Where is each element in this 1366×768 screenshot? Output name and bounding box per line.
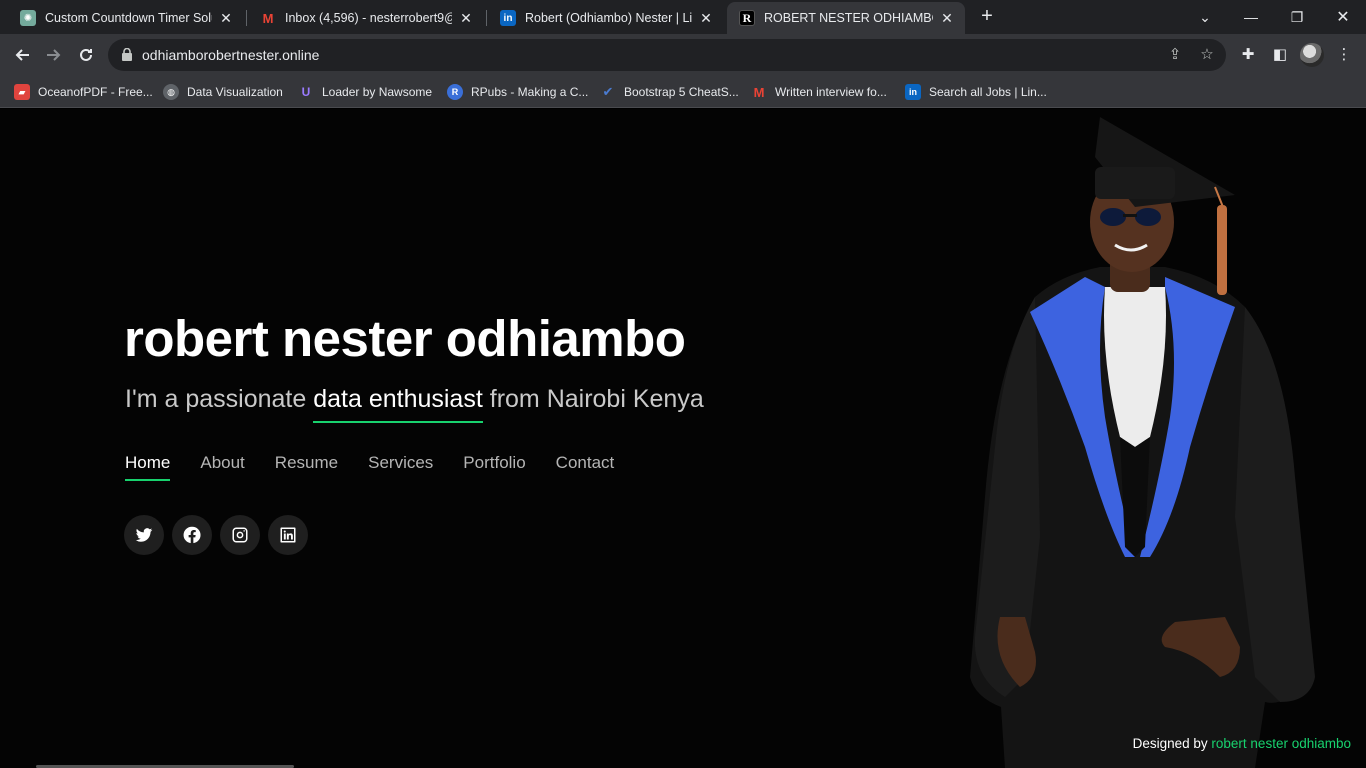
linkedin-icon: in [905,84,921,100]
tab-title: Robert (Odhiambo) Nester | Linke [525,11,692,25]
bookmark-label: Search all Jobs | Lin... [929,85,1047,99]
extensions-puzzle-icon[interactable]: ✚ [1238,45,1258,65]
tab-search-chevron-down-icon[interactable]: ⌄ [1182,0,1228,34]
credits-prefix: Designed by [1132,736,1212,751]
tab-title: Custom Countdown Timer Soluti [45,11,212,25]
tagline-suffix: from Nairobi Kenya [482,385,704,413]
bookmark-data-visualization[interactable]: ◍ Data Visualization [163,82,283,102]
tab-countdown-timer[interactable]: ✺ Custom Countdown Timer Soluti ✕ [8,2,244,34]
linkedin-button[interactable] [268,515,308,555]
facebook-icon [183,526,201,544]
reload-icon [80,48,92,61]
forward-button[interactable] [40,41,68,69]
nav-about[interactable]: About [200,453,244,481]
nav-services[interactable]: Services [368,453,433,481]
bookmark-written-interview[interactable]: M Written interview fo... [751,82,887,102]
facebook-button[interactable] [172,515,212,555]
bookmarks-bar: ▰ OceanofPDF - Free... ◍ Data Visualizat… [0,76,1366,108]
back-button[interactable] [8,41,36,69]
main-nav: Home About Resume Services Portfolio Con… [125,453,644,481]
footer-credits: Designed by robert nester odhiambo [1133,736,1351,751]
close-tab-icon[interactable]: ✕ [698,10,714,27]
bookmark-rpubs[interactable]: R RPubs - Making a C... [447,82,588,102]
hero-name: robert nester odhiambo [124,310,686,367]
new-tab-button[interactable]: + [976,5,998,27]
rpubs-icon: R [447,84,463,100]
bookmark-label: Loader by Nawsome [322,85,433,99]
tab-gmail-inbox[interactable]: M Inbox (4,596) - nesterrobert9@gr ✕ [248,2,484,34]
chatgpt-icon: ✺ [20,10,36,26]
close-tab-icon[interactable]: ✕ [939,10,955,27]
close-tab-icon[interactable]: ✕ [218,10,234,27]
bootstrap-icon: ✔ [602,84,614,99]
oceanofpdf-icon: ▰ [14,84,30,100]
browser-tab-bar: ✺ Custom Countdown Timer Soluti ✕ M Inbo… [0,0,1366,34]
browser-toolbar: odhiamborobertnester.online ⇪ ☆ ✚ ◧ ⋮ [0,34,1366,76]
gmail-icon: M [753,84,765,100]
nav-portfolio[interactable]: Portfolio [463,453,525,481]
close-tab-icon[interactable]: ✕ [458,10,474,27]
profile-avatar[interactable] [1300,43,1324,67]
more-menu-icon[interactable]: ⋮ [1334,45,1354,65]
instagram-button[interactable] [220,515,260,555]
bookmark-label: Bootstrap 5 CheatS... [624,85,739,99]
restore-button[interactable]: ❐ [1274,0,1320,34]
instagram-icon [232,527,248,543]
tab-separator [486,10,487,26]
tagline-highlight: data enthusiast [313,385,483,423]
url-text[interactable]: odhiamborobertnester.online [142,47,319,63]
tab-separator [246,10,247,26]
linkedin-icon: in [500,10,516,26]
graduate-photo [970,117,1315,768]
bookmark-oceanofpdf[interactable]: ▰ OceanofPDF - Free... [14,82,153,102]
bookmark-label: Written interview fo... [775,85,887,99]
twitter-button[interactable] [124,515,164,555]
social-links [124,515,316,555]
globe-icon: ◍ [163,84,179,100]
site-r-icon: R [739,10,755,26]
bookmark-star-icon[interactable]: ☆ [1198,46,1216,64]
gmail-icon: M [262,10,274,26]
tab-title: ROBERT NESTER ODHIAMBO [764,11,933,25]
bookmark-label: RPubs - Making a C... [471,85,589,99]
linkedin-icon [280,527,296,543]
arrow-left-icon [15,49,29,61]
address-bar[interactable]: odhiamborobertnester.online ⇪ ☆ [108,39,1226,71]
lock-icon [122,48,132,61]
side-panel-icon[interactable]: ◧ [1270,45,1290,65]
bookmark-bootstrap-cheatsheet[interactable]: ✔ Bootstrap 5 CheatS... [600,82,739,102]
share-icon[interactable]: ⇪ [1166,46,1184,64]
tab-linkedin[interactable]: in Robert (Odhiambo) Nester | Linke ✕ [488,2,724,34]
bookmark-loader-nawsome[interactable]: U Loader by Nawsome [298,82,432,102]
nav-contact[interactable]: Contact [556,453,615,481]
hero-tagline: I'm a passionate data enthusiast from Na… [125,385,704,423]
twitter-icon [135,528,153,542]
uiverse-icon: U [301,85,311,99]
tab-title: Inbox (4,596) - nesterrobert9@gr [285,11,452,25]
bookmark-linkedin-jobs[interactable]: in Search all Jobs | Lin... [905,82,1047,102]
nav-resume[interactable]: Resume [275,453,338,481]
close-window-button[interactable]: ✕ [1320,0,1366,34]
minimize-button[interactable]: — [1228,0,1274,34]
bookmark-label: Data Visualization [187,85,283,99]
tagline-prefix: I'm a passionate [125,385,314,413]
credits-author-link[interactable]: robert nester odhiambo [1211,736,1351,751]
tab-robert-nester[interactable]: R ROBERT NESTER ODHIAMBO ✕ [727,2,965,34]
reload-button[interactable] [72,41,100,69]
bookmark-label: OceanofPDF - Free... [38,85,153,99]
nav-home[interactable]: Home [125,453,171,481]
arrow-right-icon [47,49,61,61]
portfolio-page: robert nester odhiambo I'm a passionate … [0,109,1366,768]
